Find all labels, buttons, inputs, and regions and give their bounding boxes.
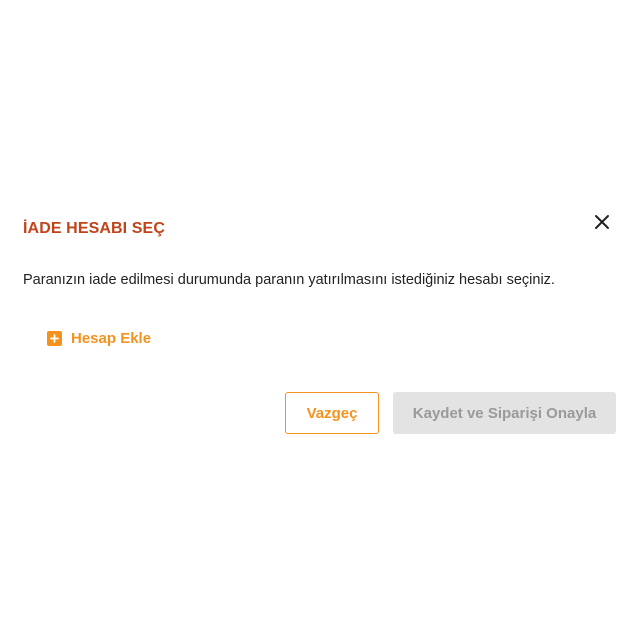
dialog-description: Paranızın iade edilmesi durumunda paranı… [23, 272, 555, 288]
plus-square-icon [47, 331, 62, 346]
add-account-label: Hesap Ekle [71, 330, 152, 347]
close-button[interactable] [590, 210, 614, 234]
close-icon [595, 215, 609, 229]
dialog-title: İADE HESABI SEÇ [23, 220, 165, 237]
refund-account-dialog: İADE HESABI SEÇ Paranızın iade edilmesi … [0, 200, 640, 450]
page: İADE HESABI SEÇ Paranızın iade edilmesi … [0, 0, 640, 640]
save-and-confirm-order-button[interactable]: Kaydet ve Siparişi Onayla [393, 392, 616, 434]
cancel-button[interactable]: Vazgeç [285, 392, 379, 434]
add-account-button[interactable]: Hesap Ekle [47, 330, 151, 347]
